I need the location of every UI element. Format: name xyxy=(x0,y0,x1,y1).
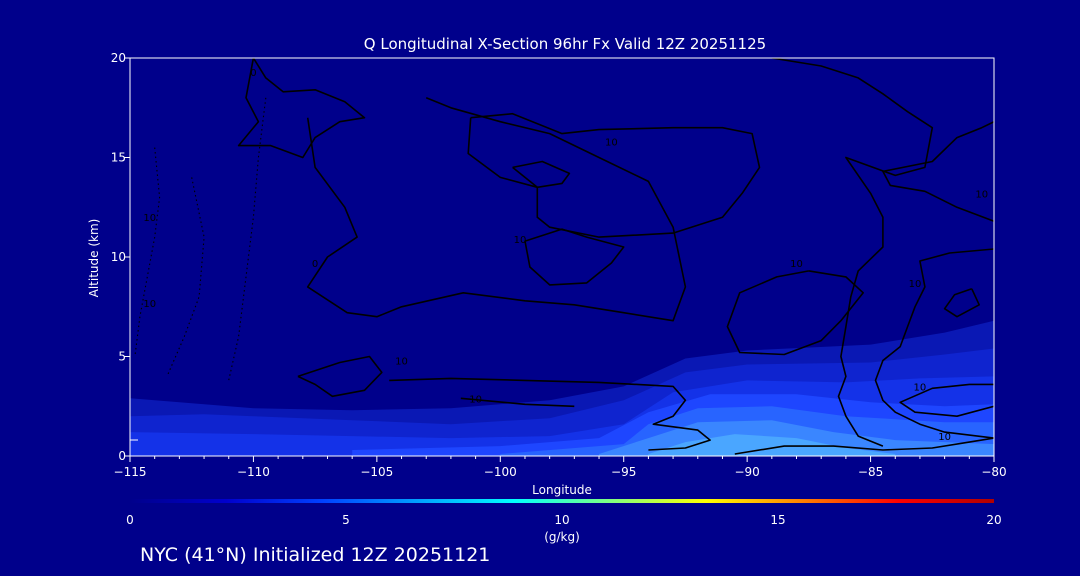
contour-label: 10 xyxy=(395,357,408,368)
colorbar-tick-label: 15 xyxy=(770,513,785,527)
colorbar-ramp xyxy=(130,499,994,503)
contour-label: 10 xyxy=(914,382,927,393)
x-tick-label: −105 xyxy=(360,465,393,479)
colorbar-tick-label: 20 xyxy=(986,513,1001,527)
x-tick-label: −115 xyxy=(114,465,147,479)
y-tick-label: 15 xyxy=(111,151,126,165)
y-tick-label: 20 xyxy=(111,51,126,65)
contour-label: 10 xyxy=(909,279,922,290)
figure: Q Longitudinal X-Section 96hr Fx Valid 1… xyxy=(87,35,1007,566)
y-axis: 0 5 10 15 20 xyxy=(111,51,130,463)
colorbar-tick-label: 0 xyxy=(126,513,134,527)
colorbar: 0 5 10 15 20 (g/kg) xyxy=(126,499,1002,544)
plot-area: 10 10 0 0 10 10 10 10 10 10 10 10 10 xyxy=(129,57,995,462)
x-tick-label: −90 xyxy=(734,465,759,479)
contour-label: 10 xyxy=(790,259,803,270)
x-tick-label: −85 xyxy=(858,465,883,479)
y-tick-label: 0 xyxy=(118,449,126,463)
contour-label: 10 xyxy=(143,213,156,224)
x-axis: −115 −110 −105 −100 −95 −90 −85 −80 xyxy=(114,456,1007,479)
x-tick-label: −100 xyxy=(484,465,517,479)
contour-label: 10 xyxy=(975,189,988,200)
y-tick-label: 10 xyxy=(111,250,126,264)
colorbar-unit: (g/kg) xyxy=(544,530,580,544)
contour-label: 0 xyxy=(250,68,256,79)
contour-label: 10 xyxy=(514,235,527,246)
station-caption: NYC (41°N) Initialized 12Z 20251121 xyxy=(140,544,490,566)
contour-label: 10 xyxy=(605,138,618,149)
x-tick-label: −95 xyxy=(611,465,636,479)
y-tick-label: 5 xyxy=(118,350,126,364)
x-axis-label: Longitude xyxy=(532,483,592,497)
x-tick-label: −80 xyxy=(981,465,1006,479)
colorbar-tick-label: 10 xyxy=(554,513,569,527)
x-tick-label: −110 xyxy=(237,465,270,479)
chart-title: Q Longitudinal X-Section 96hr Fx Valid 1… xyxy=(364,35,766,53)
contour-label: 0 xyxy=(312,259,318,270)
y-axis-label: Altitude (km) xyxy=(87,219,101,298)
colorbar-ticks: 0 5 10 15 20 xyxy=(126,513,1001,527)
contour-label: 10 xyxy=(143,299,156,310)
colorbar-tick-label: 5 xyxy=(342,513,350,527)
contour-label: 10 xyxy=(938,432,951,443)
contour-label: 10 xyxy=(469,394,482,405)
